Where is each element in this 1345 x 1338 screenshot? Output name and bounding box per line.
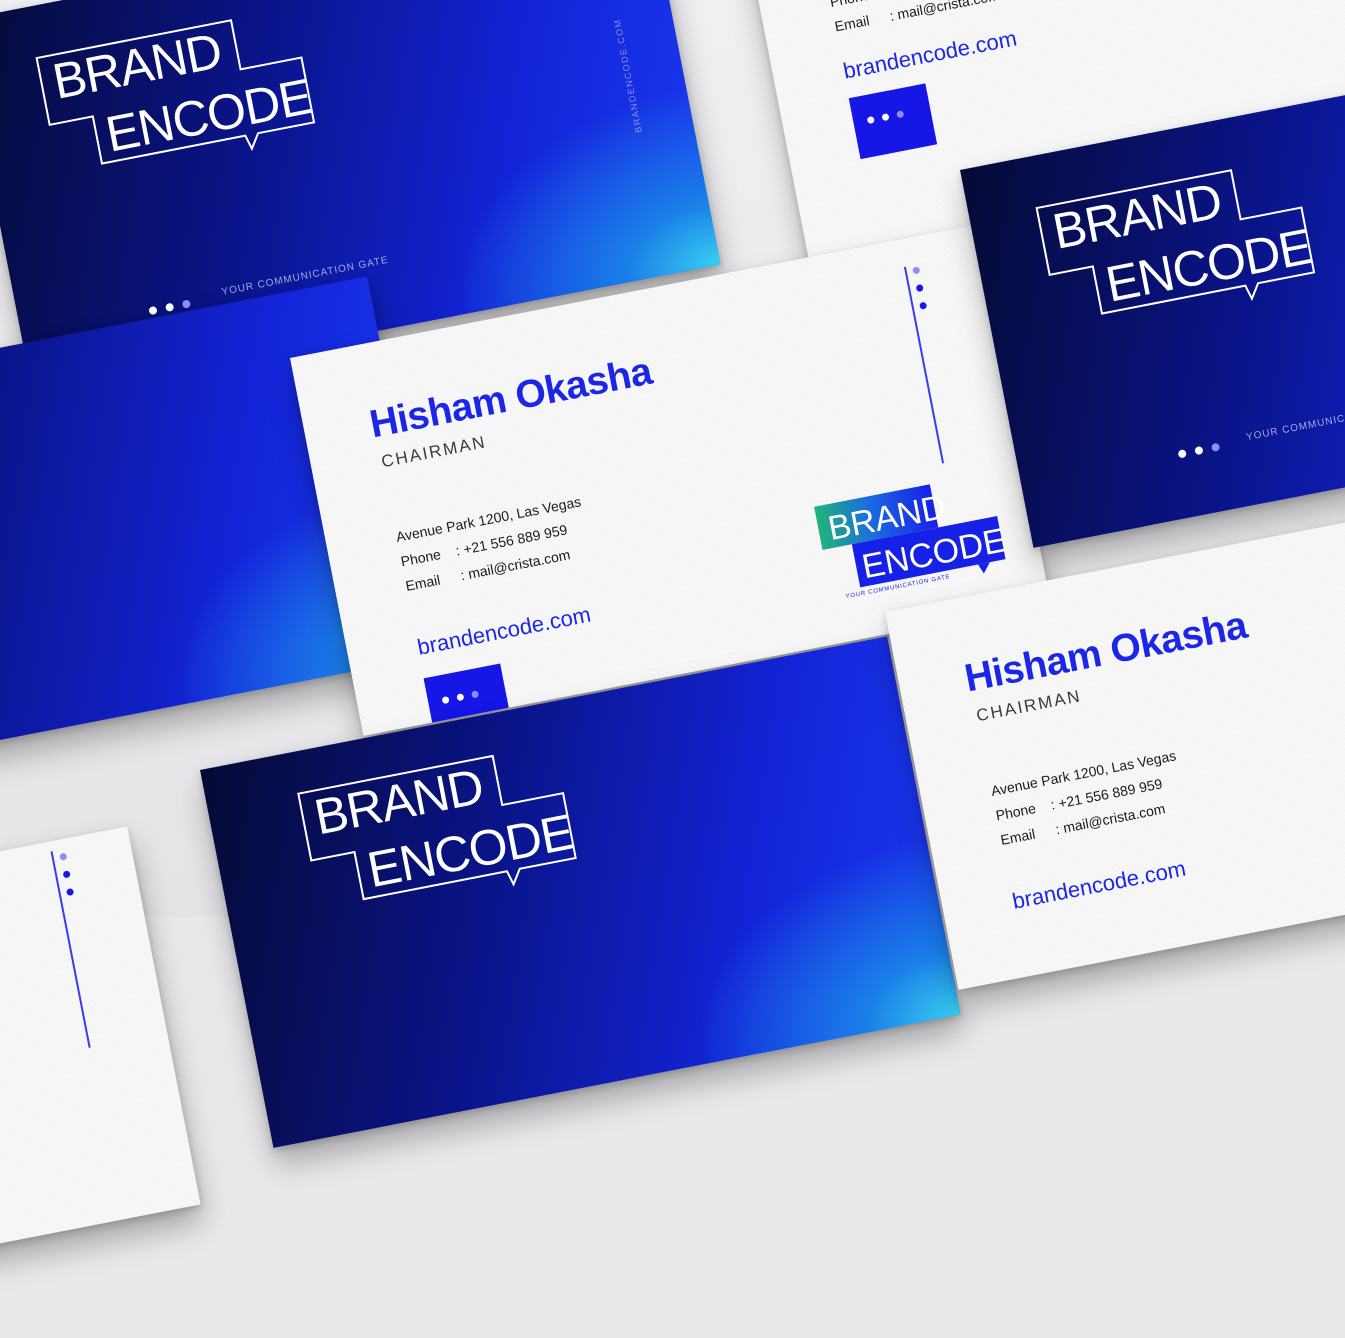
dot <box>62 870 71 879</box>
person-name: Hisham Okasha <box>366 349 656 447</box>
email-label: Email <box>404 571 442 594</box>
dot <box>59 852 68 861</box>
dot <box>456 693 465 702</box>
email-value: : mail@crista.com <box>888 0 1001 24</box>
brand-logo: BRAND ENCODE <box>1034 155 1325 339</box>
phone-label: Phone <box>399 546 443 570</box>
brand-tagline: YOUR COMMUNICATION GATE <box>1245 400 1345 444</box>
vertical-dots <box>912 265 938 321</box>
contact-info: Avenue Park 1200, Las Vegas Phone: +21 5… <box>990 747 1189 857</box>
vertical-website: BRANDENCODE.COM <box>611 17 644 134</box>
phone-label: Phone <box>829 0 887 10</box>
brand-logo-color: BRAND ENCODE <box>814 472 1011 609</box>
dot <box>66 887 75 897</box>
dot <box>1177 449 1187 459</box>
email-label: Email <box>833 12 871 35</box>
website-link: brandencode.com <box>415 601 593 660</box>
vertical-dots <box>59 851 85 907</box>
contact-info: Avenue Park 1200, Las Vegas Phone: +21 5… <box>395 493 594 603</box>
dot <box>470 690 480 699</box>
dot <box>915 283 924 293</box>
accent-block <box>848 83 938 160</box>
dot <box>441 695 450 705</box>
dot <box>148 305 158 316</box>
website-link: brandencode.com <box>1010 855 1188 914</box>
dots-indicator <box>1177 436 1230 463</box>
brand-logo: BRAND ENCODE <box>34 5 325 189</box>
dot <box>896 110 905 119</box>
dot <box>912 266 921 275</box>
card-front-bottom-left <box>0 826 201 1338</box>
dot <box>866 115 875 125</box>
brand-logo: BRAND ENCODE <box>296 741 587 925</box>
dot <box>164 302 175 312</box>
business-card-mockup: BRAND ENCODE YOUR COMMUNICATION GATE BRA… <box>0 0 1345 1338</box>
dot <box>181 299 192 309</box>
card-back-bottom: BRAND ENCODE <box>200 636 961 1148</box>
phone-label: Phone <box>994 800 1038 824</box>
dot <box>919 301 928 310</box>
person-name: Hisham Okasha <box>961 603 1251 701</box>
email-label: Email <box>999 825 1037 848</box>
dot <box>1210 442 1221 453</box>
dot <box>1194 445 1204 456</box>
dot <box>881 113 890 122</box>
